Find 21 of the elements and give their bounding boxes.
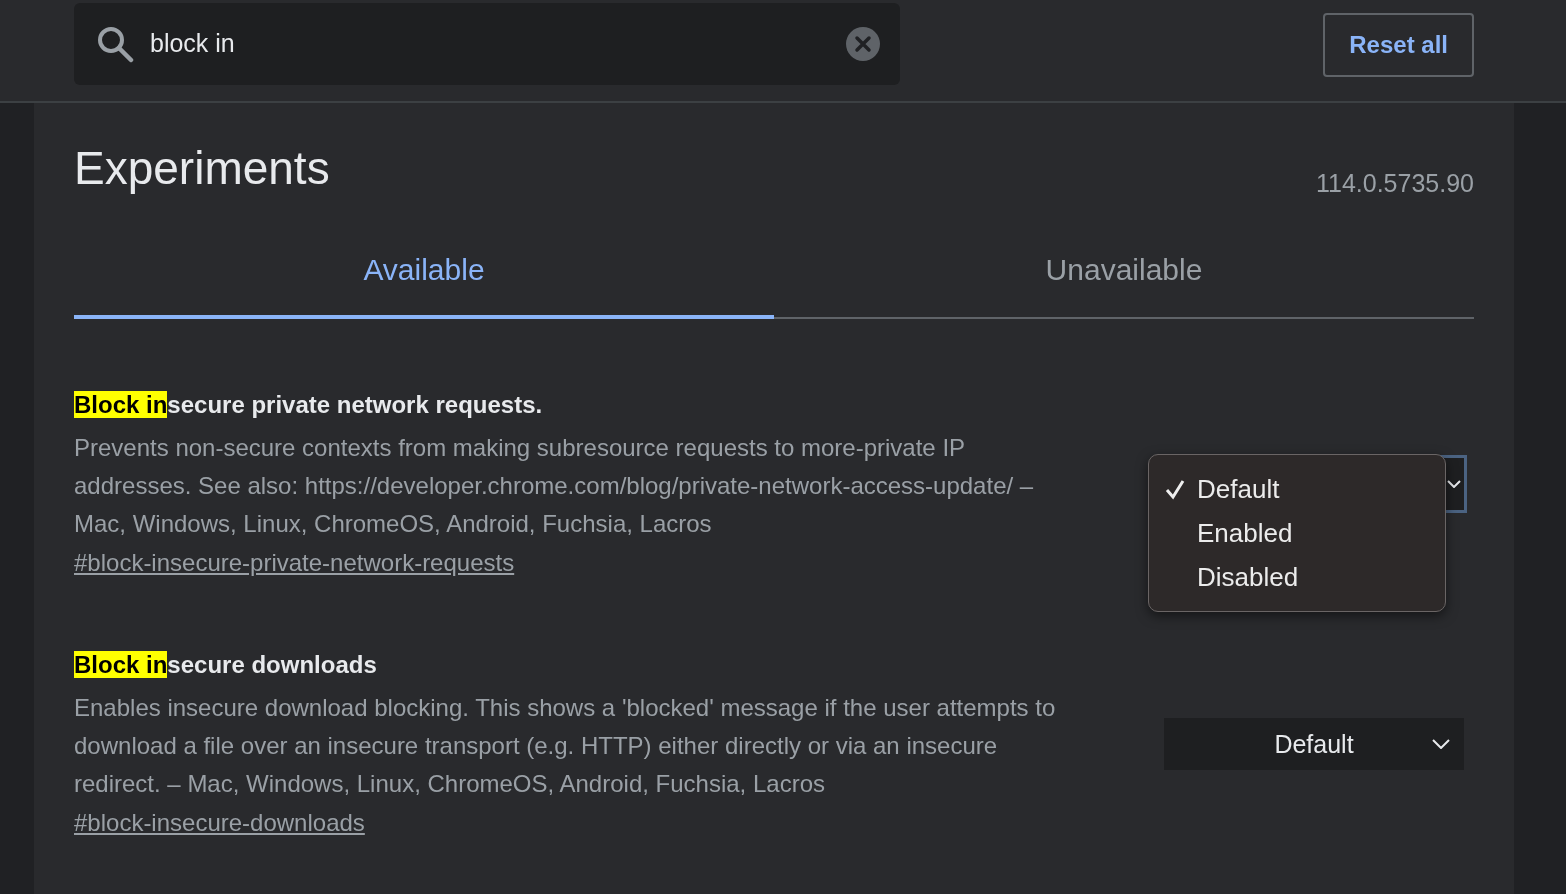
experiment-title: Block insecure downloads bbox=[74, 651, 378, 679]
search-input[interactable]: block in bbox=[148, 28, 846, 59]
reset-all-button[interactable]: Reset all bbox=[1323, 12, 1474, 77]
page-title: Experiments bbox=[74, 141, 330, 195]
menu-item[interactable]: Disabled bbox=[1149, 555, 1445, 599]
clear-icon[interactable] bbox=[846, 26, 880, 61]
menu-item[interactable]: Default bbox=[1149, 467, 1445, 511]
tab[interactable]: Available bbox=[74, 253, 774, 319]
experiment-description: Prevents non-secure contexts from making subresource requests to more-private IP addresses. See also: https://developer.chrome.com/blog/private-network-access-update/ – Mac, Windows, Linux, ChromeOS, Android, Fuchsia, Lacros bbox=[74, 433, 1035, 539]
experiment-description: Enables insecure download blocking. This shows a 'blocked' message if the user attempts to download a file over an insecure transport (e.g. HTTP) either directly or via an insecure redirect. – Mac, Windows, Linux, ChromeOS, Android, Fuchsia, Lacros bbox=[74, 693, 1057, 799]
select-dropdown[interactable]: Default bbox=[1164, 718, 1464, 770]
tab[interactable]: Unavailable bbox=[774, 253, 1474, 319]
menu-item[interactable]: Enabled bbox=[1149, 511, 1445, 555]
chevron-down-icon bbox=[1432, 739, 1450, 749]
experiment-title: Block insecure private network requests. bbox=[74, 391, 544, 419]
chevron-down-icon bbox=[1447, 480, 1461, 488]
experiment-link[interactable]: #block-insecure-private-network-requests bbox=[74, 549, 515, 577]
search-icon bbox=[96, 24, 134, 63]
experiment-link[interactable]: #block-insecure-downloads bbox=[74, 809, 365, 837]
version-text: 114.0.5735.90 bbox=[1315, 169, 1474, 198]
search-field[interactable]: block in bbox=[74, 2, 900, 85]
